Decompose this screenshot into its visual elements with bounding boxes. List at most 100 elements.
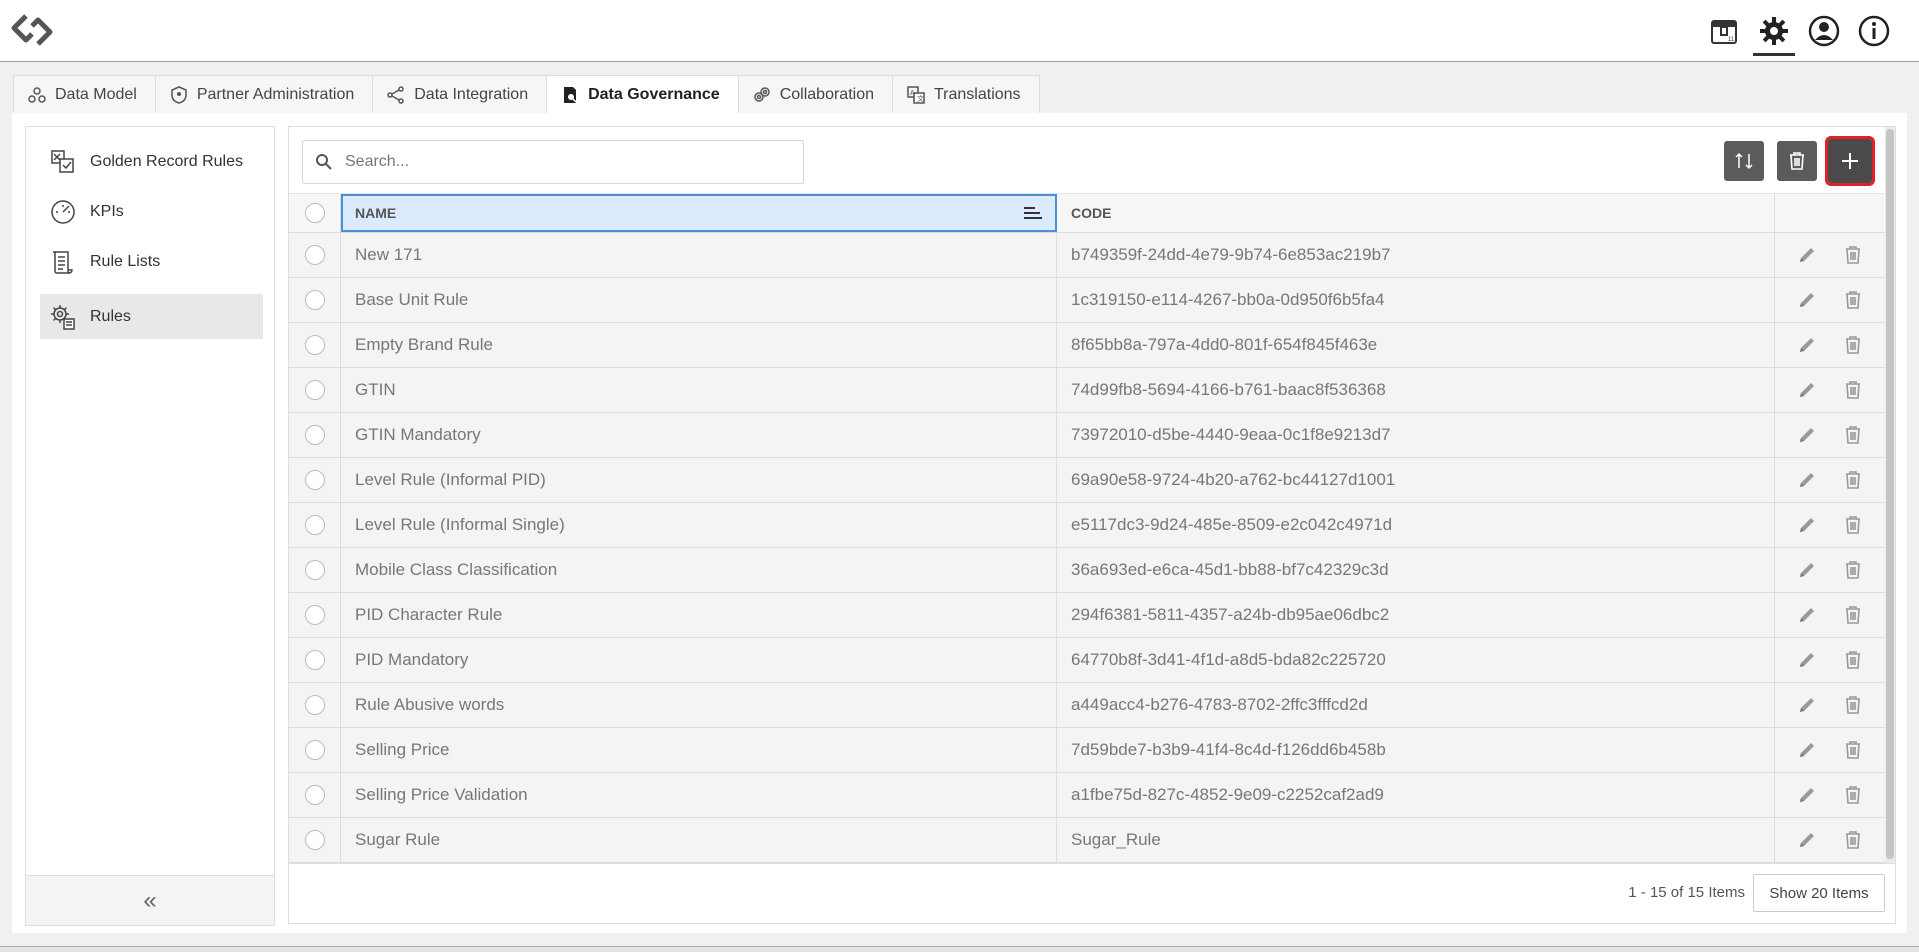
edit-icon[interactable] — [1796, 784, 1818, 806]
tab-collaboration[interactable]: Collaboration — [737, 75, 893, 113]
row-select-radio[interactable] — [304, 515, 325, 535]
edit-icon[interactable] — [1796, 334, 1818, 356]
row-select-radio[interactable] — [304, 290, 325, 310]
select-all-checkbox[interactable] — [289, 194, 341, 232]
scrollbar-thumb[interactable] — [1886, 129, 1894, 859]
edit-icon[interactable] — [1796, 469, 1818, 491]
row-checkbox-cell[interactable] — [289, 278, 341, 322]
row-select-radio[interactable] — [304, 425, 325, 445]
trash-icon[interactable] — [1842, 829, 1864, 851]
search-box[interactable] — [302, 140, 804, 184]
row-select-radio[interactable] — [304, 380, 325, 400]
sidebar-item-rules[interactable]: Rules — [40, 294, 263, 339]
table-row[interactable]: Selling Price Validation a1fbe75d-827c-48… — [289, 773, 1885, 818]
row-select-radio[interactable] — [304, 470, 325, 490]
table-row[interactable]: Sugar Rule Sugar_Rule — [289, 818, 1885, 863]
table-row[interactable]: GTIN 74d99fb8-5694-4166-b761-baac8f536368 — [289, 368, 1885, 413]
table-row[interactable]: Empty Brand Rule 8f65bb8a-797a-4dd0-801f-… — [289, 323, 1885, 368]
trash-icon[interactable] — [1842, 334, 1864, 356]
row-checkbox-cell[interactable] — [289, 728, 341, 772]
refresh-button[interactable] — [1724, 141, 1764, 181]
trash-icon[interactable] — [1842, 694, 1864, 716]
row-checkbox-cell[interactable] — [289, 548, 341, 592]
row-select-radio[interactable] — [304, 335, 325, 355]
table-row[interactable]: Mobile Class Classification 36a693ed-e6ca… — [289, 548, 1885, 593]
sidebar-collapse-button[interactable]: « — [26, 875, 274, 925]
table-row[interactable]: GTIN Mandatory 73972010-d5be-4440-9eaa-0c… — [289, 413, 1885, 458]
row-select-radio[interactable] — [304, 245, 325, 265]
row-checkbox-cell[interactable] — [289, 683, 341, 727]
trash-icon[interactable] — [1842, 424, 1864, 446]
edit-icon[interactable] — [1796, 694, 1818, 716]
tab-translations[interactable]: A文 Translations — [891, 75, 1040, 113]
row-checkbox-cell[interactable] — [289, 413, 341, 457]
row-checkbox-cell[interactable] — [289, 368, 341, 412]
edit-icon[interactable] — [1796, 514, 1818, 536]
edit-icon[interactable] — [1796, 604, 1818, 626]
table-row[interactable]: PID Character Rule 294f6381-5811-4357-a24… — [289, 593, 1885, 638]
edit-icon[interactable] — [1796, 424, 1818, 446]
row-checkbox-cell[interactable] — [289, 458, 341, 502]
trash-icon[interactable] — [1842, 514, 1864, 536]
table-row[interactable]: Level Rule (Informal Single) e5117dc3-9d2… — [289, 503, 1885, 548]
trash-icon[interactable] — [1842, 559, 1864, 581]
row-checkbox-cell[interactable] — [289, 503, 341, 547]
trash-icon[interactable] — [1842, 469, 1864, 491]
tab-partner-administration[interactable]: Partner Administration — [154, 75, 374, 113]
page-size-button[interactable]: Show 20 Items — [1753, 874, 1885, 912]
settings-icon[interactable] — [1749, 8, 1799, 56]
row-checkbox-cell[interactable] — [289, 818, 341, 862]
tab-data-integration[interactable]: Data Integration — [372, 75, 548, 113]
row-checkbox-cell[interactable] — [289, 323, 341, 367]
table-row[interactable]: Level Rule (Informal PID) 69a90e58-9724-4… — [289, 458, 1885, 503]
row-checkbox-cell[interactable] — [289, 773, 341, 817]
edit-icon[interactable] — [1796, 739, 1818, 761]
trash-icon[interactable] — [1842, 604, 1864, 626]
table-row[interactable]: New 171 b749359f-24dd-4e79-9b74-6e853ac21… — [289, 233, 1885, 278]
row-select-radio[interactable] — [304, 560, 325, 580]
trash-icon[interactable] — [1842, 244, 1864, 266]
tab-data-model[interactable]: Data Model — [13, 75, 156, 113]
add-rule-button[interactable] — [1825, 136, 1875, 186]
column-header-name[interactable]: NAME — [341, 194, 1057, 232]
sidebar-item-rule-lists[interactable]: Rule Lists — [40, 239, 263, 284]
sidebar-item-golden-record-rules[interactable]: Golden Record Rules — [40, 139, 263, 184]
column-header-code[interactable]: CODE — [1057, 194, 1775, 232]
select-all-radio[interactable] — [304, 203, 325, 223]
trash-icon[interactable] — [1842, 379, 1864, 401]
row-select-radio[interactable] — [304, 695, 325, 715]
info-icon[interactable] — [1849, 8, 1899, 54]
tab-data-governance[interactable]: Data Governance — [546, 75, 739, 114]
trash-icon[interactable] — [1842, 289, 1864, 311]
row-checkbox-cell[interactable] — [289, 593, 341, 637]
table-row[interactable]: PID Mandatory 64770b8f-3d41-4f1d-a8d5-bda… — [289, 638, 1885, 683]
column-menu-icon[interactable] — [1023, 206, 1043, 220]
row-checkbox-cell[interactable] — [289, 233, 341, 277]
edit-icon[interactable] — [1796, 289, 1818, 311]
vertical-scrollbar[interactable] — [1885, 127, 1895, 863]
table-row[interactable]: Rule Abusive words a449acc4-b276-4783-870… — [289, 683, 1885, 728]
trash-icon[interactable] — [1842, 784, 1864, 806]
table-row[interactable]: Selling Price 7d59bde7-b3b9-41f4-8c4d-f12… — [289, 728, 1885, 773]
table-row[interactable]: Base Unit Rule 1c319150-e114-4267-bb0a-0d… — [289, 278, 1885, 323]
sidebar-item-kpis[interactable]: KPIs — [40, 189, 263, 234]
search-input[interactable] — [345, 153, 785, 171]
package-icon[interactable]: 11 — [1699, 8, 1749, 54]
trash-icon[interactable] — [1842, 739, 1864, 761]
row-select-radio[interactable] — [304, 785, 325, 805]
edit-icon[interactable] — [1796, 379, 1818, 401]
edit-icon[interactable] — [1796, 829, 1818, 851]
double-chevron-left-icon: « — [143, 886, 157, 914]
trash-icon[interactable] — [1842, 649, 1864, 671]
edit-icon[interactable] — [1796, 559, 1818, 581]
delete-all-button[interactable] — [1777, 141, 1817, 181]
row-select-radio[interactable] — [304, 650, 325, 670]
logo-icon[interactable] — [8, 10, 56, 50]
row-checkbox-cell[interactable] — [289, 638, 341, 682]
row-select-radio[interactable] — [304, 740, 325, 760]
row-select-radio[interactable] — [304, 605, 325, 625]
row-select-radio[interactable] — [304, 830, 325, 850]
edit-icon[interactable] — [1796, 649, 1818, 671]
user-icon[interactable] — [1799, 8, 1849, 54]
edit-icon[interactable] — [1796, 244, 1818, 266]
